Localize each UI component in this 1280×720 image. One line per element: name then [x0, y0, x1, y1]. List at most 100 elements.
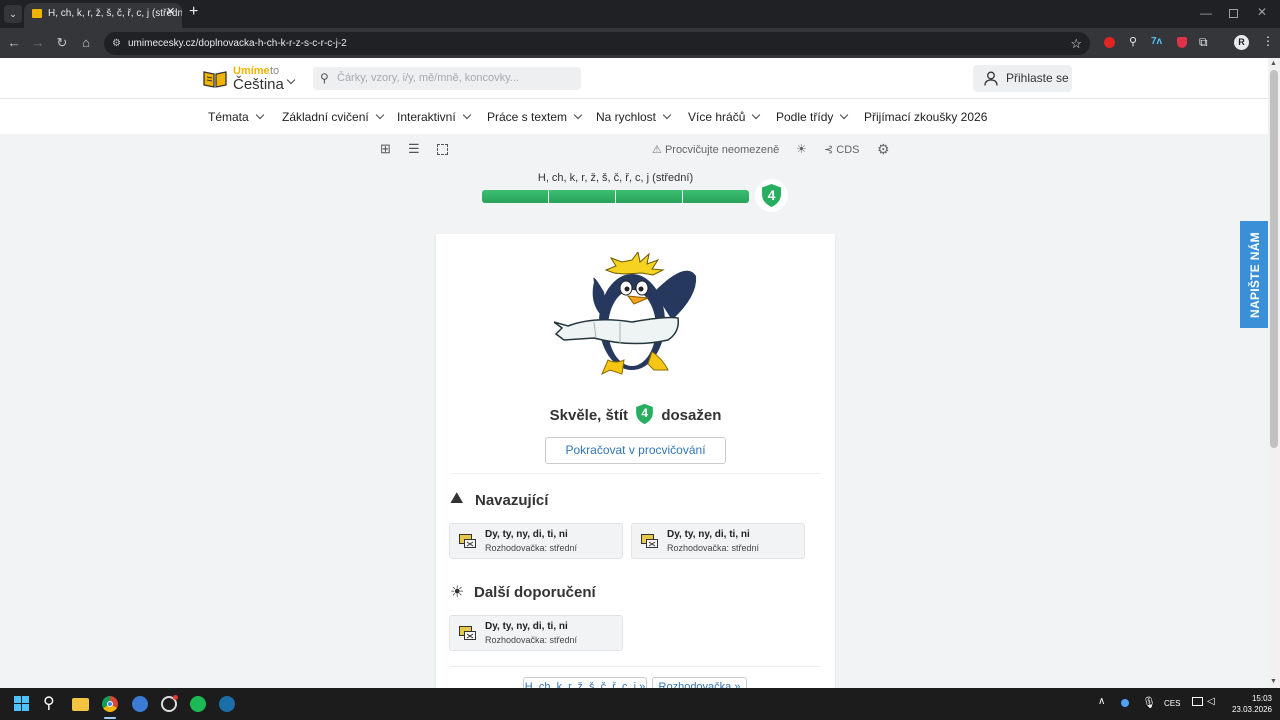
forward-icon[interactable]: →: [29, 28, 47, 58]
reload-icon[interactable]: ↻: [53, 28, 71, 58]
bottom-link-type[interactable]: Rozhodovačka »: [652, 677, 747, 688]
main-navigation: Témata Základní cvičení Interaktivní Prá…: [0, 98, 1268, 134]
result-text-after: dosažen: [661, 407, 722, 424]
scroll-thumb[interactable]: [1270, 70, 1278, 448]
scroll-down-arrow[interactable]: ▼: [1270, 678, 1277, 685]
related-section-title: Navazující: [475, 492, 549, 509]
feedback-tab[interactable]: NAPIŠTE NÁM: [1240, 221, 1270, 328]
progress-title: H, ch, k, r, ž, š, č, ř, c, j (střední): [537, 172, 694, 184]
browser-tab[interactable]: H, ch, k, r, ž, š, č, ř, c, j (střední) …: [24, 3, 182, 28]
related-item[interactable]: Dy, ty, ny, di, ti, ni Rozhodovačka: stř…: [449, 523, 623, 559]
maximize-icon[interactable]: [1229, 9, 1238, 18]
chevron-down-icon: [662, 110, 672, 120]
user-icon: [984, 71, 998, 86]
chevron-down-icon: [840, 110, 849, 120]
web-page: Umíme to Čeština ⚲ Čárky, vzory, i/y, mě…: [0, 58, 1268, 688]
language-indicator[interactable]: CES: [1164, 699, 1180, 708]
extension-pocket-icon[interactable]: [1177, 37, 1187, 48]
chrome-icon[interactable]: [102, 696, 118, 712]
tab-list-button[interactable]: ⌄: [4, 5, 22, 23]
app-blue-icon[interactable]: [132, 696, 148, 712]
clock-time: 15:03: [1251, 694, 1272, 703]
taskbar-search-icon[interactable]: ⚲: [43, 696, 59, 712]
nav-item-vice-hracu[interactable]: Více hráčů: [688, 99, 761, 135]
progress-bar: [482, 190, 749, 203]
related-item-title: Dy, ty, ny, di, ti, ni: [667, 529, 750, 540]
result-card: Skvěle, štít 4 dosažen Pokračovat v proc…: [436, 234, 835, 688]
bottom-link-topic[interactable]: H, ch, k, r, ž, š, č, ř, c, j »: [523, 677, 647, 688]
logo-dropdown-icon[interactable]: [286, 73, 296, 91]
url-text: umimecesky.cz/doplnovacka-h-ch-k-r-z-s-c…: [128, 38, 347, 49]
warning-icon: ⚠: [652, 144, 662, 156]
nav-item-temata[interactable]: Témata: [208, 99, 264, 135]
nav-item-podle-tridy[interactable]: Podle třídy: [776, 99, 849, 135]
page-scrollbar[interactable]: ▲ ▼: [1268, 58, 1280, 688]
site-logo[interactable]: Umíme to Čeština: [203, 65, 299, 94]
nav-item-prijimaci-zkousky[interactable]: Přijímací zkoušky 2026: [864, 99, 987, 135]
fullscreen-icon[interactable]: [437, 144, 448, 155]
tab-title: H, ch, k, r, ž, š, č, ř, c, j (střední) …: [48, 8, 182, 19]
steam-icon[interactable]: [219, 696, 235, 712]
extension-red-icon[interactable]: [1104, 37, 1115, 48]
network-icon[interactable]: [1192, 697, 1203, 706]
search-placeholder: Čárky, vzory, i/y, mě/mně, koncovky...: [337, 72, 519, 84]
scroll-up-arrow[interactable]: ▲: [1270, 60, 1277, 67]
nav-item-zakladni-cviceni[interactable]: Základní cvičení: [282, 99, 384, 135]
bookmark-star-icon[interactable]: ☆: [1070, 32, 1082, 55]
windows-start-icon[interactable]: [14, 696, 30, 712]
minimize-icon[interactable]: —: [1200, 6, 1212, 20]
progress-divider: [682, 190, 683, 203]
microphone-icon[interactable]: 🎙: [1142, 696, 1156, 709]
extension-translate-icon[interactable]: 7ʌ: [1151, 36, 1162, 47]
chevron-down-icon: [462, 110, 471, 120]
tray-app-icon[interactable]: [1121, 699, 1129, 707]
unlimited-practice-link[interactable]: ⚠ Procvičujte neomezeně: [652, 143, 779, 156]
close-window-icon[interactable]: ✕: [1257, 5, 1267, 19]
nav-item-prace-s-textem[interactable]: Práce s textem: [487, 99, 583, 135]
spotify-icon[interactable]: [190, 696, 206, 712]
book-logo-icon: [203, 71, 227, 88]
nav-item-na-rychlost[interactable]: Na rychlost: [596, 99, 672, 135]
cds-share-button[interactable]: ⊰ CDS: [824, 143, 860, 156]
system-tray-chevron-icon[interactable]: ∧: [1098, 696, 1105, 707]
book-icon[interactable]: ⊞: [380, 141, 391, 157]
home-icon[interactable]: ⌂: [77, 28, 95, 58]
lightbulb-icon: ☀: [450, 584, 465, 601]
back-icon[interactable]: ←: [5, 28, 23, 58]
address-bar[interactable]: ⚙ umimecesky.cz/doplnovacka-h-ch-k-r-z-s…: [104, 32, 1090, 55]
browser-menu-icon[interactable]: ⋮: [1262, 34, 1274, 48]
tab-close-icon[interactable]: ✕: [166, 5, 175, 18]
mountain-icon: ⛰: [450, 490, 464, 507]
search-input[interactable]: ⚲ Čárky, vzory, i/y, mě/mně, koncovky...: [313, 67, 581, 90]
divider: [450, 473, 821, 474]
shield-level-badge: 4: [755, 179, 788, 212]
extensions-puzzle-icon[interactable]: ⧉: [1199, 35, 1208, 50]
share-icon: ⊰: [824, 144, 834, 156]
profile-avatar[interactable]: R: [1234, 35, 1249, 50]
nav-item-interaktivni[interactable]: Interaktivní: [397, 99, 471, 135]
windows-taskbar: ⚲ ∧ 🎙 CES ◁ 15:03 23.03.2026: [0, 688, 1280, 720]
logo-cestina: Čeština: [233, 76, 284, 93]
divider: [450, 666, 821, 667]
chevron-down-icon: [375, 110, 384, 120]
progress-divider: [615, 190, 616, 203]
volume-icon[interactable]: ◁: [1207, 696, 1215, 707]
site-info-icon[interactable]: ⚙: [112, 32, 121, 55]
extension-leaf-icon[interactable]: ⚲: [1129, 35, 1137, 48]
login-button[interactable]: Přihlaste se: [973, 65, 1072, 92]
login-label: Přihlaste se: [1006, 71, 1069, 85]
exercise-toolbar: ⊞ ☰ ⚠ Procvičujte neomezeně ☀ ⊰ CDS ⚙: [0, 138, 1268, 162]
recommend-item[interactable]: Dy, ty, ny, di, ti, ni Rozhodovačka: stř…: [449, 615, 623, 651]
file-explorer-icon[interactable]: [72, 698, 89, 711]
settings-gear-icon[interactable]: ⚙: [877, 141, 890, 158]
notification-dot: [173, 695, 178, 700]
lightbulb-icon[interactable]: ☀: [796, 142, 807, 156]
taskbar-active-indicator: [104, 717, 116, 719]
clock[interactable]: 15:03 23.03.2026: [1222, 693, 1272, 715]
list-icon[interactable]: ☰: [408, 141, 420, 157]
search-icon: ⚲: [320, 71, 329, 85]
related-item[interactable]: Dy, ty, ny, di, ti, ni Rozhodovačka: stř…: [631, 523, 805, 559]
continue-button[interactable]: Pokračovat v procvičování: [545, 437, 726, 464]
exercise-card-icon: [459, 626, 476, 640]
new-tab-button[interactable]: +: [189, 3, 198, 21]
